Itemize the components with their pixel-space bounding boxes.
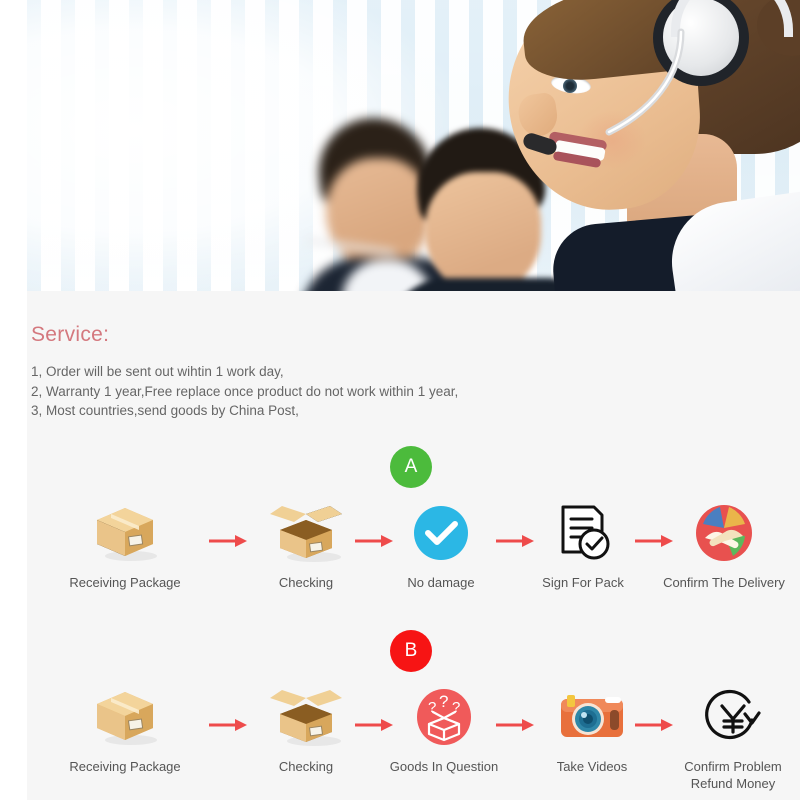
service-term-2: 2, Warranty 1 year,Free replace once pro…	[31, 383, 459, 399]
service-info-page: Service: 1, Order will be sent out wihti…	[0, 0, 800, 800]
flow-a-steps: Receiving Package Checking No damage Sig…	[27, 502, 800, 622]
service-terms-list: 1, Order will be sent out wihtin 1 work …	[31, 362, 771, 421]
open-box-icon	[270, 690, 342, 746]
page-title: Service:	[31, 323, 110, 346]
step-label: Receiving Package	[69, 759, 181, 774]
flow-badge-a: A	[390, 446, 432, 488]
flow-b-steps: Receiving Package Checking ? ? ? Goods I…	[27, 686, 800, 806]
blue-check-circle-icon	[414, 506, 468, 560]
handshake-circle-icon	[696, 505, 752, 561]
flow-b-step-checking: Checking	[241, 686, 371, 775]
flow-a-step-checking: Checking	[241, 502, 371, 591]
step-label: Confirm Problem Refund Money	[684, 759, 782, 791]
flow-a-step-no-damage: No damage	[376, 502, 506, 591]
service-term-1: 1, Order will be sent out wihtin 1 work …	[31, 364, 284, 379]
yen-refund-icon	[705, 689, 761, 740]
camera-icon	[561, 695, 623, 737]
svg-text:?: ?	[439, 692, 448, 711]
step-label: Sign For Pack	[542, 575, 624, 590]
step-label: Goods In Question	[389, 759, 499, 774]
question-box-circle-icon: ? ? ?	[417, 689, 471, 745]
open-box-icon	[270, 506, 342, 562]
step-label: Checking	[278, 759, 334, 774]
step-label: Take Videos	[556, 759, 628, 774]
headset-boom-icon	[605, 28, 685, 136]
step-label: Confirm The Delivery	[663, 575, 785, 590]
closed-box-icon	[97, 508, 157, 561]
step-label: No damage	[407, 575, 475, 590]
step-label: Checking	[278, 575, 334, 590]
flow-a-step-receiving-package: Receiving Package	[60, 502, 190, 591]
step-label: Receiving Package	[69, 575, 181, 590]
service-content-area: Service: 1, Order will be sent out wihti…	[27, 291, 800, 800]
flow-a-step-confirm-delivery: Confirm The Delivery	[644, 502, 800, 591]
flow-b-step-confirm-problem-refund: Confirm Problem Refund Money	[668, 686, 798, 792]
flow-badge-b: B	[390, 630, 432, 672]
hero-photo-banner	[27, 0, 800, 291]
signed-document-icon	[561, 505, 610, 560]
flow-a-step-sign-for-pack: Sign For Pack	[518, 502, 648, 591]
service-term-3: 3, Most countries,send goods by China Po…	[31, 403, 299, 418]
flow-b-step-receiving-package: Receiving Package	[60, 686, 190, 775]
closed-box-icon	[97, 692, 157, 745]
flow-b-step-goods-in-question: ? ? ? Goods In Question	[379, 686, 509, 775]
foreground-agent	[457, 0, 800, 291]
